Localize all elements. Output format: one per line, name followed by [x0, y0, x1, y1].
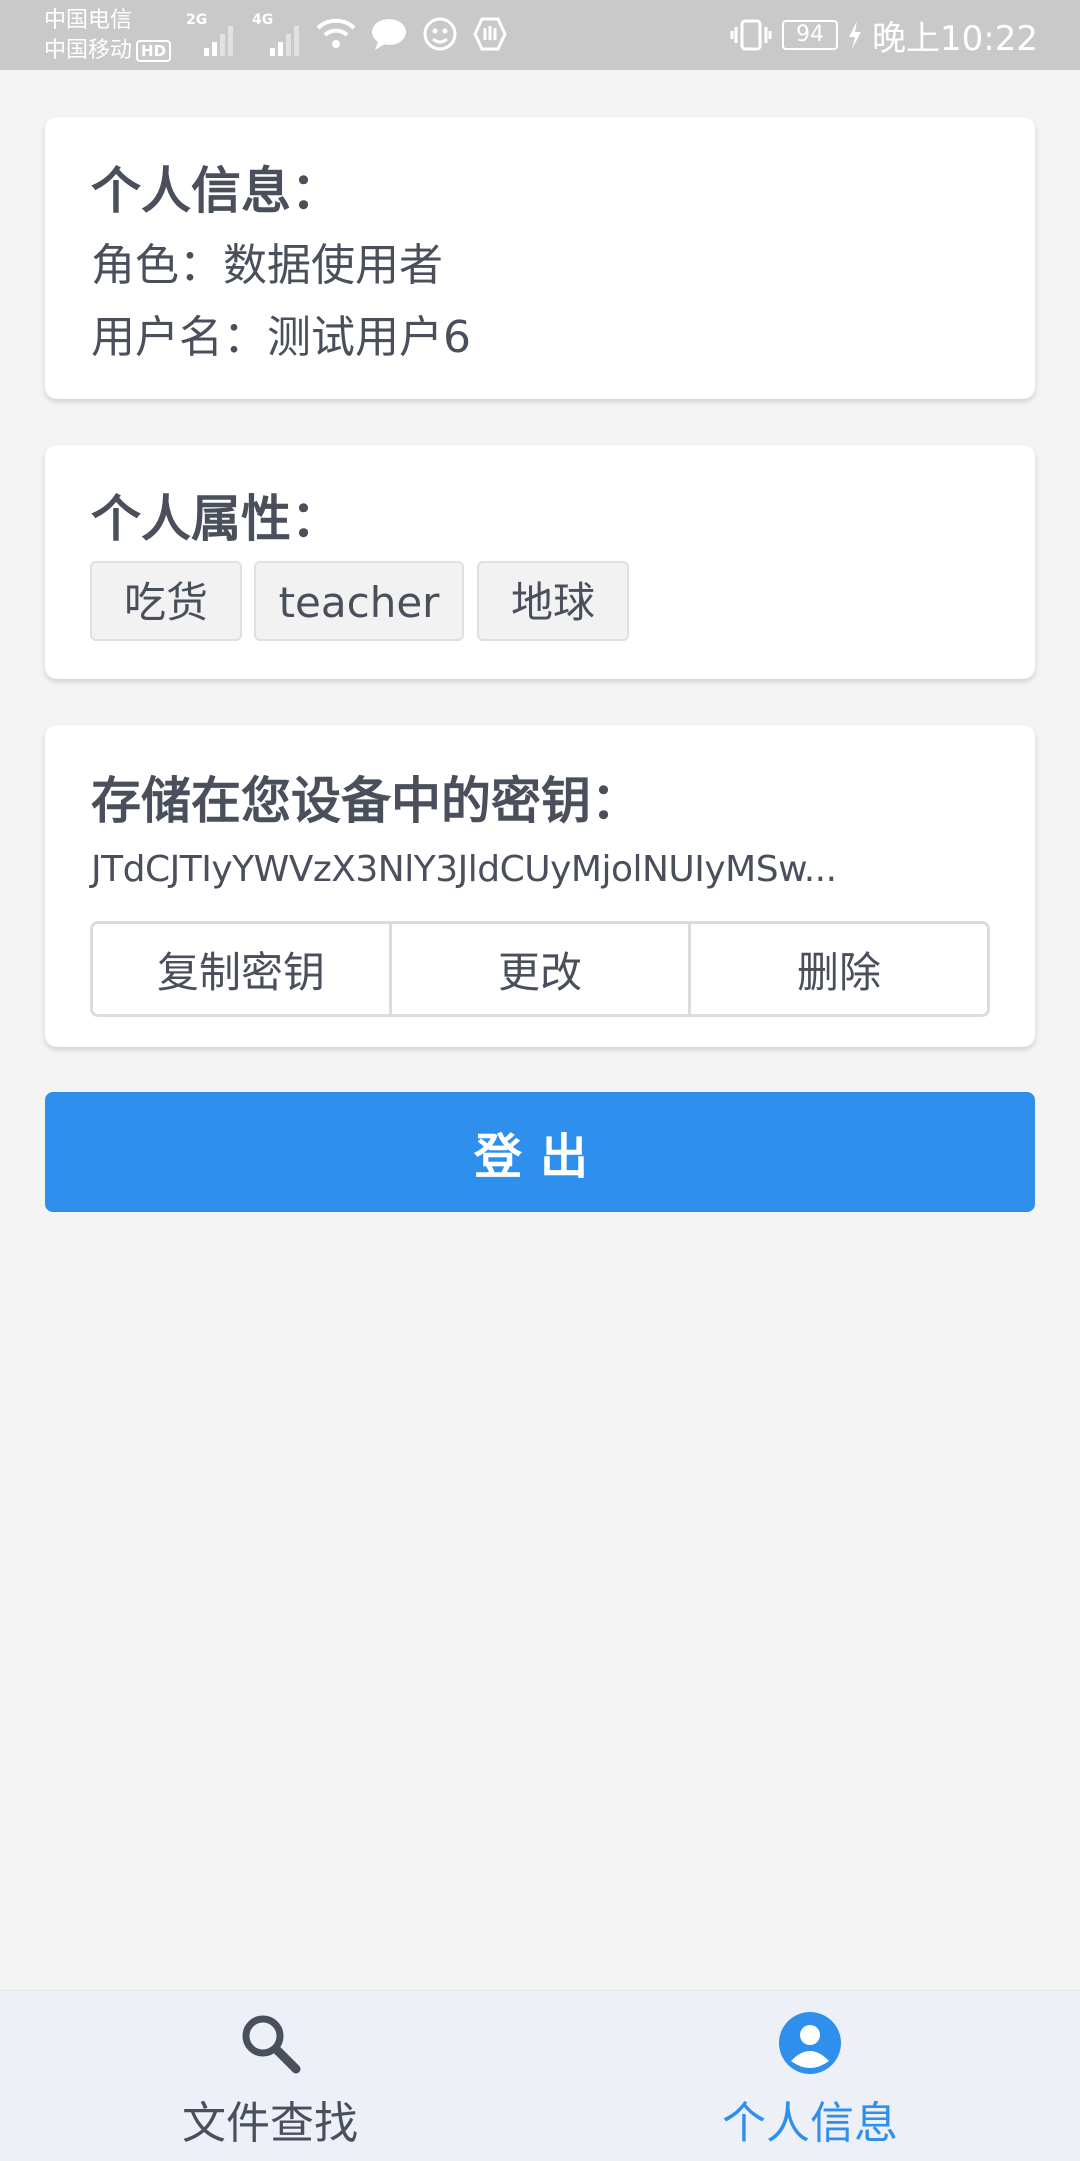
tab-personal-info[interactable]: 个人信息: [540, 1991, 1080, 2161]
delete-key-button[interactable]: 删除: [688, 924, 987, 1014]
clock: 晚上10:22: [872, 18, 1038, 59]
username-text: 用户名：测试用户6: [91, 312, 471, 363]
key-actions: 复制密钥 更改 删除: [90, 921, 990, 1017]
status-bar: 中国电信 中国移动 HD 2G 4G 94 晚上10:22: [0, 0, 1080, 70]
carrier-info: 中国电信 中国移动 HD: [44, 6, 172, 66]
bottom-tab-bar: 文件查找 个人信息: [0, 1990, 1080, 2161]
tab-file-search[interactable]: 文件查找: [0, 1991, 540, 2161]
chat-icon: [372, 19, 406, 50]
user-circle-icon: [779, 2012, 841, 2074]
app-notification-icon: [423, 17, 457, 51]
vibrate-icon: [730, 19, 772, 51]
carrier-2: 中国移动: [44, 38, 133, 63]
tab-file-search-label: 文件查找: [182, 2098, 358, 2149]
shield-app-icon: [473, 17, 507, 51]
signal-2g-icon: 2G: [186, 12, 236, 56]
logout-button[interactable]: 登出: [45, 1092, 1035, 1212]
personal-info-card: 个人信息： 角色：数据使用者 用户名：测试用户6: [45, 117, 1035, 399]
battery-indicator: 94: [782, 20, 839, 50]
personal-attributes-card: 个人属性： 吃货 teacher 地球: [45, 445, 1035, 679]
carrier-1: 中国电信: [44, 8, 133, 33]
wifi-icon: [316, 18, 356, 48]
copy-key-button[interactable]: 复制密钥: [93, 924, 389, 1014]
role-text: 角色：数据使用者: [91, 240, 443, 291]
notification-icons: [316, 16, 508, 52]
search-icon: [242, 2015, 301, 2074]
personal-attributes-title: 个人属性：: [91, 490, 341, 548]
charging-icon: [849, 21, 862, 49]
stored-key-title: 存储在您设备中的密钥：: [91, 772, 641, 830]
status-right: 94 晚上10:22: [730, 0, 1038, 70]
stored-key-card: 存储在您设备中的密钥： JTdCJTIyYWVzX3NlY3JldCUyMjol…: [45, 725, 1035, 1047]
hd-badge: HD: [136, 40, 172, 62]
tab-personal-info-label: 个人信息: [722, 2098, 898, 2149]
signal-4g-icon: 4G: [252, 12, 302, 56]
attribute-tag: teacher: [254, 561, 464, 641]
key-value: JTdCJTIyYWVzX3NlY3JldCUyMjolNUIyMSw...: [91, 849, 837, 890]
attribute-tag: 吃货: [90, 561, 242, 641]
personal-info-title: 个人信息：: [91, 162, 341, 220]
change-key-button[interactable]: 更改: [389, 924, 688, 1014]
carrier-2-row: 中国移动 HD: [44, 36, 172, 66]
attribute-tag: 地球: [477, 561, 629, 641]
